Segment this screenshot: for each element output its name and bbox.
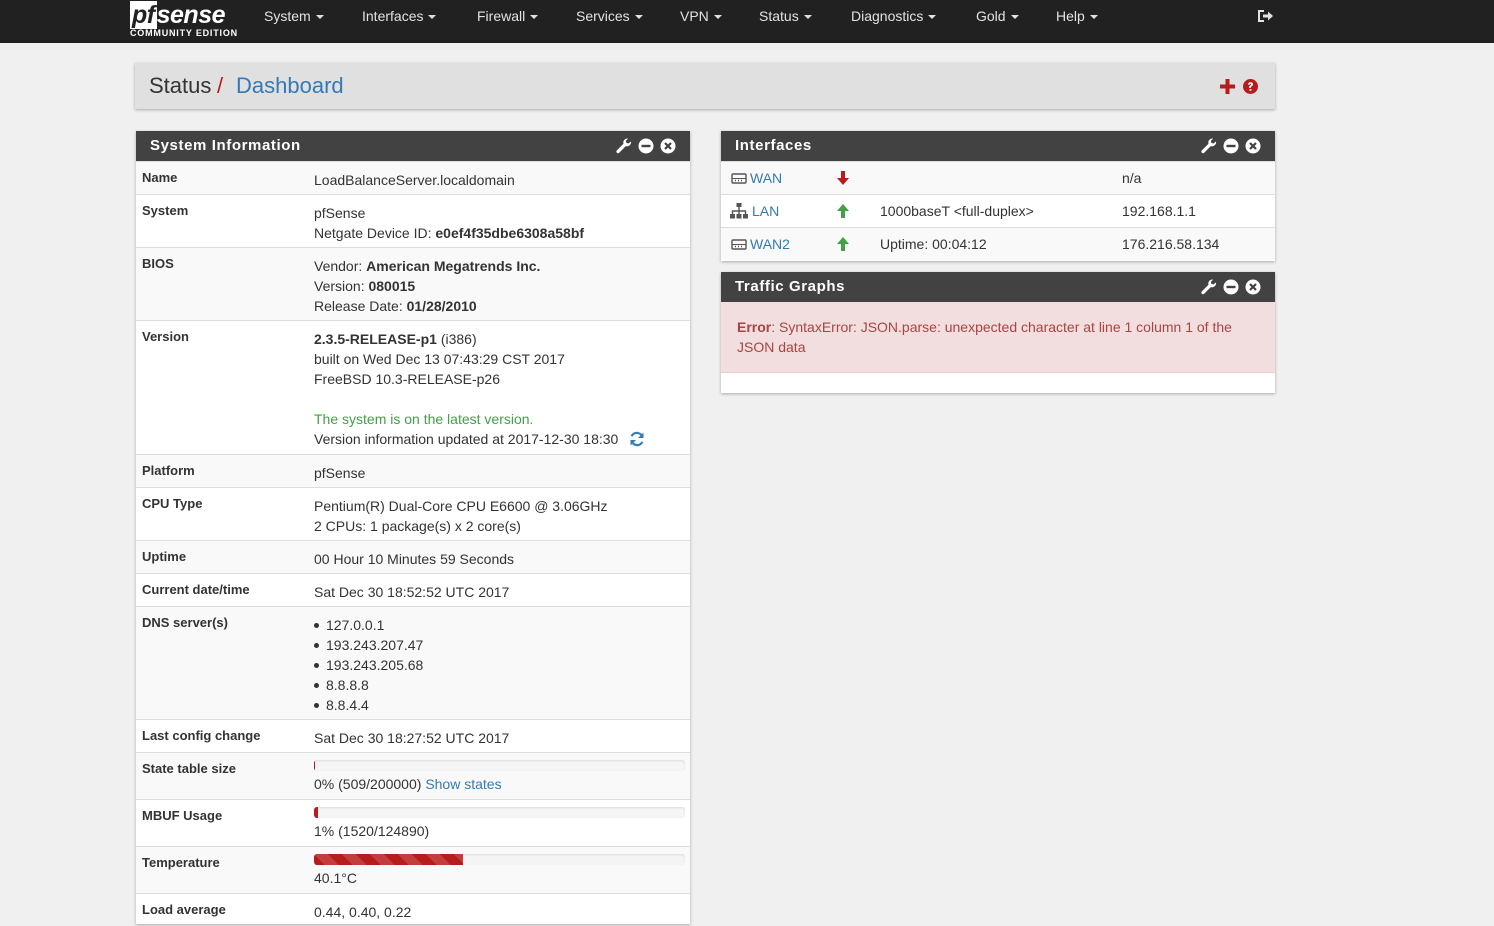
error-label: Error (737, 319, 772, 335)
nav-system[interactable]: System (264, 0, 324, 33)
row-current-datetime: Current date/time Sat Dec 30 18:52:52 UT… (136, 573, 690, 606)
close-circle-icon[interactable] (1245, 279, 1261, 295)
list-item: 193.243.207.47 (286, 635, 423, 655)
nav-gold[interactable]: Gold (976, 0, 1019, 33)
caret-down-icon (1089, 15, 1098, 20)
edition-label: COMMUNITY EDITION (130, 28, 238, 38)
wrench-icon[interactable] (616, 138, 632, 154)
pfsense-logo[interactable]: pfsense COMMUNITY EDITION (130, 0, 240, 43)
row-last-config-change: Last config change Sat Dec 30 18:27:52 U… (136, 719, 690, 752)
device-id: e0ef4f35dbe6308a58bf (435, 225, 585, 241)
interface-row-wan: WAN n/a (721, 161, 1275, 194)
version-status: The system is on the latest version. (314, 411, 534, 427)
panel-title: Interfaces (735, 137, 812, 154)
row-load-average: Load average 0.44, 0.40, 0.22 (136, 893, 690, 926)
panel-tools (616, 138, 676, 154)
panel-tools (1201, 279, 1261, 295)
breadcrumb-separator: / (217, 73, 224, 98)
caret-down-icon (1010, 15, 1019, 20)
panel-heading: Traffic Graphs (721, 272, 1275, 302)
close-circle-icon[interactable] (660, 138, 676, 154)
caret-down-icon (315, 15, 324, 20)
minus-circle-icon[interactable] (1223, 279, 1239, 295)
list-item: 8.8.8.8 (286, 675, 423, 695)
sign-out-icon[interactable] (1256, 7, 1274, 25)
panel-title: Traffic Graphs (735, 278, 846, 295)
state-table-progress (314, 760, 685, 771)
row-platform: Platform pfSense (136, 454, 690, 487)
row-dns-servers: DNS server(s) 127.0.0.1 193.243.207.47 1… (136, 606, 690, 719)
row-system: System pfSense Netgate Device ID: e0ef4f… (136, 194, 690, 247)
breadcrumb-section: Status (149, 73, 212, 98)
close-circle-icon[interactable] (1245, 138, 1261, 154)
nav-vpn[interactable]: VPN (680, 0, 722, 33)
nav-diagnostics[interactable]: Diagnostics (851, 0, 937, 33)
network-tree-icon (730, 203, 748, 219)
row-cpu-type: CPU Type Pentium(R) Dual-Core CPU E6600 … (136, 487, 690, 540)
top-navbar: pfsense COMMUNITY EDITION System Interfa… (0, 0, 1494, 43)
nav-help[interactable]: Help (1056, 0, 1098, 33)
arrow-up-icon (837, 237, 849, 251)
interface-row-lan: LAN 1000baseT <full-duplex> 192.168.1.1 (721, 194, 1275, 227)
wrench-icon[interactable] (1201, 279, 1217, 295)
system-information-panel: System Information Name LoadBalanceServe… (136, 131, 690, 924)
mbuf-progress (314, 807, 685, 818)
caret-down-icon (928, 15, 937, 20)
row-state-table-size: State table size 0% (509/200000) Show st… (136, 752, 690, 799)
interface-link[interactable]: LAN (752, 203, 779, 219)
dns-server-list: 127.0.0.1 193.243.207.47 193.243.205.68 … (286, 615, 423, 715)
nav-interfaces[interactable]: Interfaces (362, 0, 437, 33)
interface-link[interactable]: WAN2 (750, 236, 790, 252)
list-item: 8.8.4.4 (286, 695, 423, 715)
row-name: Name LoadBalanceServer.localdomain (136, 161, 690, 194)
ethernet-icon (731, 173, 747, 184)
row-temperature: Temperature 40.1°C (136, 846, 690, 893)
temperature-progress (314, 854, 685, 865)
interfaces-panel: Interfaces WAN n/a LAN 1000baseT <full-d… (721, 131, 1275, 261)
question-circle-icon[interactable] (1243, 79, 1258, 94)
traffic-graphs-panel: Traffic Graphs Error: SyntaxError: JSON.… (721, 272, 1275, 393)
list-item: 127.0.0.1 (286, 615, 423, 635)
caret-down-icon (530, 15, 539, 20)
arrow-up-icon (837, 204, 849, 218)
progress-fill (314, 760, 315, 771)
ethernet-icon (731, 239, 747, 250)
minus-circle-icon[interactable] (638, 138, 654, 154)
row-mbuf-usage: MBUF Usage 1% (1520/124890) (136, 799, 690, 846)
nav-services[interactable]: Services (576, 0, 643, 33)
breadcrumb-page-link[interactable]: Dashboard (236, 73, 344, 99)
caret-down-icon (803, 15, 812, 20)
caret-down-icon (713, 15, 722, 20)
interface-row-wan2: WAN2 Uptime: 00:04:12 176.216.58.134 (721, 227, 1275, 260)
panel-heading: Interfaces (721, 131, 1275, 161)
wrench-icon[interactable] (1201, 138, 1217, 154)
progress-fill (314, 807, 319, 818)
panel-tools (1201, 138, 1261, 154)
logo-wordmark: pfsense (130, 1, 226, 29)
minus-circle-icon[interactable] (1223, 138, 1239, 154)
row-bios: BIOS Vendor: American Megatrends Inc. Ve… (136, 247, 690, 320)
refresh-icon[interactable] (629, 431, 645, 447)
panel-title: System Information (150, 137, 301, 154)
row-uptime: Uptime 00 Hour 10 Minutes 59 Seconds (136, 540, 690, 573)
nav-status[interactable]: Status (759, 0, 812, 33)
list-item: 193.243.205.68 (286, 655, 423, 675)
row-version: Version 2.3.5-RELEASE-p1 (i386) built on… (136, 320, 690, 454)
breadcrumb: Status / Dashboard (135, 63, 1275, 109)
error-alert: Error: SyntaxError: JSON.parse: unexpect… (721, 302, 1275, 373)
caret-down-icon (428, 15, 437, 20)
plus-icon[interactable] (1220, 79, 1235, 94)
caret-down-icon (634, 15, 643, 20)
nav-firewall[interactable]: Firewall (477, 0, 539, 33)
show-states-link[interactable]: Show states (425, 776, 501, 792)
progress-fill (314, 854, 463, 865)
panel-heading: System Information (136, 131, 690, 161)
interface-link[interactable]: WAN (750, 170, 782, 186)
arrow-down-icon (837, 171, 849, 185)
